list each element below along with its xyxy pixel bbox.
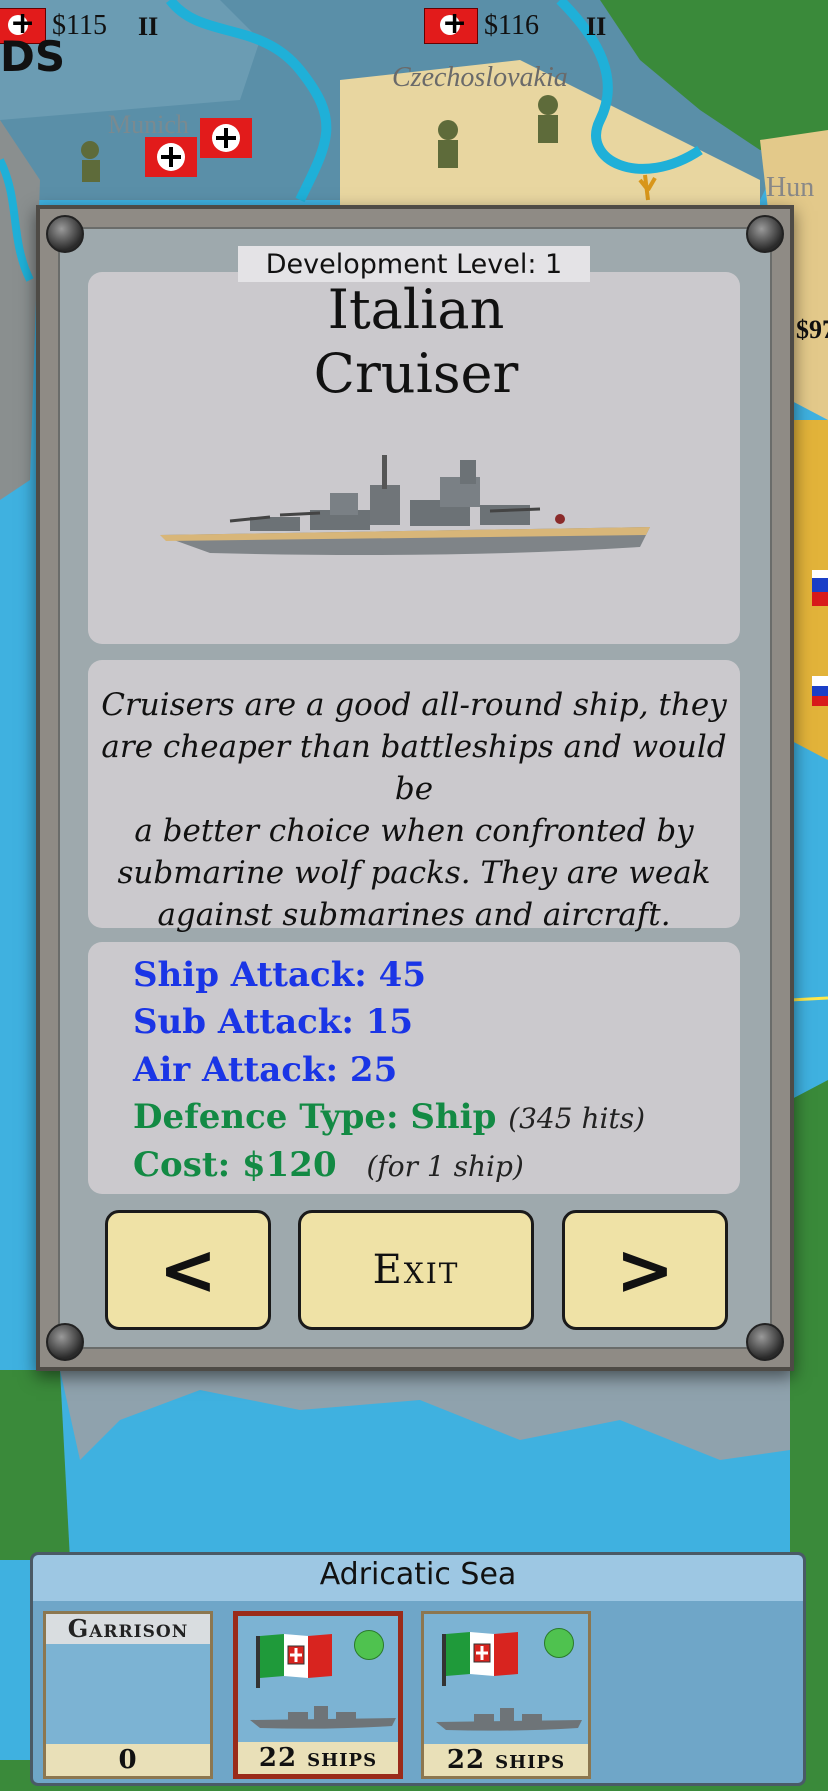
italian-flag-icon [442, 1632, 518, 1686]
rivet-icon [746, 1323, 784, 1361]
region-price-right: $97 [796, 315, 828, 344]
unit-description: Cruisers are a good all-round ship, they… [101, 687, 727, 933]
stat-air-attack: Air Attack: 25 [133, 1050, 398, 1090]
garrison-count: 0 [46, 1744, 210, 1776]
fleet-ship-count: 22 ships [424, 1744, 588, 1776]
region-name-czechoslovakia[interactable]: Czechoslovakia [392, 62, 568, 94]
region-name: Adricatic Sea [319, 1557, 517, 1592]
fleet-card-selected[interactable]: 22 ships [233, 1611, 403, 1779]
region-info-bar: Adricatic Sea Garrison 0 22 ships 22 shi… [30, 1552, 806, 1786]
cost-note: (for 1 ship) [366, 1150, 524, 1183]
rivet-icon [46, 215, 84, 253]
status-dot-icon [354, 1630, 384, 1660]
stat-cost: Cost: $120 (for 1 ship) [133, 1145, 524, 1185]
previous-unit-button[interactable]: < [105, 1210, 271, 1330]
stat-defence-type: Defence Type: Ship (345 hits) [133, 1097, 645, 1137]
italian-flag-icon [256, 1634, 332, 1688]
fleet-ship-count: 22 ships [238, 1742, 398, 1774]
rivet-icon [746, 215, 784, 253]
cruiser-ship-icon [160, 455, 650, 555]
ship-icon [250, 1706, 396, 1729]
defence-hits-note: (345 hits) [508, 1102, 645, 1135]
stat-ship-attack: Ship Attack: 45 [133, 955, 426, 995]
ship-icon [436, 1708, 582, 1731]
status-dot-icon [544, 1628, 574, 1658]
garrison-title: Garrison [46, 1614, 210, 1644]
region-level-center: II [586, 12, 607, 41]
rivet-icon [46, 1323, 84, 1361]
garrison-card[interactable]: Garrison 0 [43, 1611, 213, 1779]
unit-title: Italian Cruiser [313, 278, 519, 405]
development-level-label: Development Level: 1 [238, 246, 590, 282]
fleet-card[interactable]: 22 ships [421, 1611, 591, 1779]
next-unit-button[interactable]: > [562, 1210, 728, 1330]
stat-sub-attack: Sub Attack: 15 [133, 1002, 414, 1042]
exit-button[interactable]: Exit [298, 1210, 534, 1330]
german-flag-icon [424, 6, 478, 44]
region-name-munich[interactable]: Munich [108, 110, 189, 140]
region-price-center: $116 [424, 6, 539, 44]
region-name-hungary[interactable]: Hun [766, 172, 814, 204]
region-level-left: II [138, 12, 159, 41]
